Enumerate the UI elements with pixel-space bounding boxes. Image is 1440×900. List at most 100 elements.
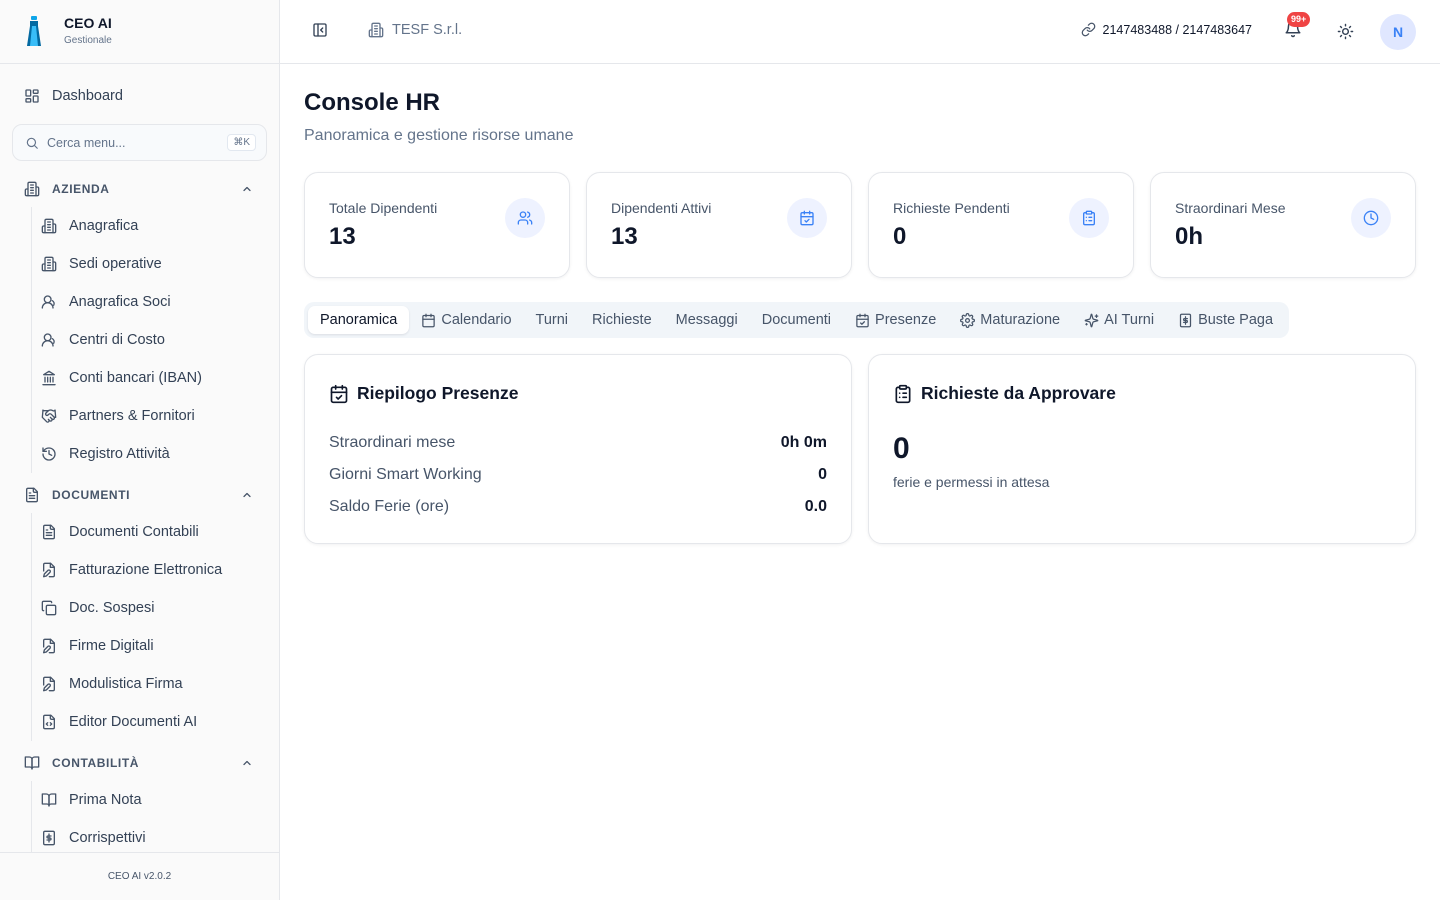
page-title: Console HR (304, 89, 441, 116)
tab-presenze[interactable]: Presenze (843, 306, 948, 334)
building-icon (41, 256, 57, 272)
dashboard-grid-icon (25, 89, 39, 103)
sidebar-item-label: Doc. Sospesi (69, 600, 155, 616)
company-name: TESF S.r.l. (392, 22, 463, 38)
section-azienda[interactable]: AZIENDA (12, 175, 267, 203)
summary-row: Giorni Smart Working 0 (329, 466, 827, 484)
hr-tabs: Panoramica Calendario Turni Richieste Me… (304, 302, 1290, 338)
search-shortcut: ⌘K (227, 134, 256, 151)
stat-label: Dipendenti Attivi (611, 200, 712, 216)
search-input[interactable]: Cerca menu... (47, 136, 227, 150)
sidebar-item-dashboard[interactable]: Dashboard (12, 80, 267, 112)
calendar-icon (422, 313, 436, 327)
sun-icon (1337, 23, 1354, 40)
sidebar-item-anagrafica[interactable]: Anagrafica (32, 207, 268, 245)
sidebar-item-corrispettivi[interactable]: Corrispettivi (32, 819, 268, 852)
menu-search[interactable]: Cerca menu... ⌘K (12, 124, 267, 161)
file-signature-icon (43, 676, 55, 692)
tab-buste-paga[interactable]: Buste Paga (1166, 306, 1285, 334)
sidebar-nav[interactable]: Dashboard Cerca menu... ⌘K AZIENDA Anagr… (0, 64, 279, 852)
top-bar: TESF S.r.l. 2147483488 / 2147483647 99+ … (280, 0, 1440, 64)
sidebar-item-prima-nota[interactable]: Prima Nota (32, 781, 268, 819)
stat-value: 13 (611, 223, 638, 250)
sidebar-item-label: Dashboard (52, 88, 123, 104)
stat-card-dipendenti-attivi: Dipendenti Attivi 13 (586, 172, 852, 278)
sidebar-item-doc-sospesi[interactable]: Doc. Sospesi (32, 589, 268, 627)
card-header: Riepilogo Presenze (329, 383, 518, 404)
chevron-up-icon[interactable] (241, 183, 253, 195)
copy-icon (41, 600, 57, 616)
calendar-check-icon (800, 210, 814, 226)
id-counter-text: 2147483488 / 2147483647 (1102, 22, 1252, 37)
sidebar-item-partners-fornitori[interactable]: Partners & Fornitori (32, 397, 268, 435)
panel-left-close-icon (313, 23, 327, 37)
sidebar-item-editor-documenti-ai[interactable]: Editor Documenti AI (32, 703, 268, 741)
sidebar-item-label: Partners & Fornitori (69, 408, 195, 424)
row-value: 0 (818, 466, 827, 483)
tab-documenti[interactable]: Documenti (750, 306, 843, 334)
sidebar-item-label: Anagrafica (69, 218, 139, 234)
tab-messaggi[interactable]: Messaggi (664, 306, 750, 334)
section-contabilita[interactable]: CONTABILITÀ (12, 749, 267, 777)
receipt-icon (1179, 313, 1192, 327)
calendar-check-icon (330, 384, 348, 403)
tab-label: Turni (535, 312, 569, 328)
file-signature-icon (43, 638, 55, 654)
tab-richieste[interactable]: Richieste (580, 306, 664, 334)
book-icon (24, 756, 40, 770)
stat-value: 0 (893, 223, 907, 250)
brand[interactable]: CEO AI Gestionale (0, 0, 279, 64)
section-documenti[interactable]: DOCUMENTI (12, 481, 267, 509)
tab-maturazione[interactable]: Maturazione (948, 306, 1072, 334)
sidebar-item-sedi-operative[interactable]: Sedi operative (32, 245, 268, 283)
section-documenti-items: Documenti Contabili Fatturazione Elettro… (31, 513, 268, 741)
user-avatar[interactable]: N (1380, 14, 1416, 50)
sidebar-item-registro-attivita[interactable]: Registro Attività (32, 435, 268, 473)
pending-count: 0 (893, 432, 910, 465)
chevron-up-icon[interactable] (241, 489, 253, 501)
tab-ai-turni[interactable]: AI Turni (1072, 306, 1166, 334)
section-azienda-items: Anagrafica Sedi operative Anagrafica Soc… (31, 207, 268, 473)
tab-label: Documenti (761, 312, 832, 328)
sidebar-item-documenti-contabili[interactable]: Documenti Contabili (32, 513, 268, 551)
id-counter[interactable]: 2147483488 / 2147483647 (1081, 22, 1252, 37)
sidebar-item-fatturazione-elettronica[interactable]: Fatturazione Elettronica (32, 551, 268, 589)
sidebar-toggle-button[interactable] (312, 22, 328, 38)
stat-icon-wrap (1351, 198, 1391, 238)
user-icon (41, 333, 55, 347)
clipboard-icon (1083, 210, 1095, 226)
theme-toggle-button[interactable] (1337, 23, 1354, 40)
sidebar-item-firme-digitali[interactable]: Firme Digitali (32, 627, 268, 665)
section-label: DOCUMENTI (52, 488, 131, 502)
sidebar-item-label: Centri di Costo (69, 332, 165, 348)
riepilogo-presenze-card: Riepilogo Presenze Straordinari mese 0h … (304, 354, 852, 544)
sidebar-item-centri-di-costo[interactable]: Centri di Costo (32, 321, 268, 359)
sidebar-item-conti-bancari[interactable]: Conti bancari (IBAN) (32, 359, 268, 397)
sidebar: CEO AI Gestionale Dashboard Cerca menu..… (0, 0, 280, 900)
receipt-icon (43, 830, 55, 846)
sidebar-item-modulistica-firma[interactable]: Modulistica Firma (32, 665, 268, 703)
sidebar-item-anagrafica-soci[interactable]: Anagrafica Soci (32, 283, 268, 321)
summary-row: Straordinari mese 0h 0m (329, 434, 827, 452)
tab-panoramica[interactable]: Panoramica (308, 306, 410, 334)
section-contabilita-items: Prima Nota Corrispettivi (31, 781, 268, 852)
stat-value: 0h (1175, 223, 1204, 250)
tab-calendario[interactable]: Calendario (409, 306, 523, 334)
gear-icon (960, 312, 976, 328)
link-icon (1081, 22, 1095, 37)
stat-label: Richieste Pendenti (893, 200, 1010, 216)
sidebar-item-label: Modulistica Firma (69, 676, 183, 692)
stat-card-straordinari-mese: Straordinari Mese 0h (1150, 172, 1416, 278)
users-icon (517, 211, 533, 225)
tab-turni[interactable]: Turni (524, 306, 581, 334)
tab-label: Presenze (875, 312, 937, 328)
company-selector[interactable]: TESF S.r.l. (368, 22, 462, 38)
book-icon (41, 793, 57, 807)
page-subtitle: Panoramica e gestione risorse umane (304, 127, 574, 144)
calendar-check-icon (856, 313, 869, 327)
history-icon (42, 447, 56, 461)
search-icon (26, 137, 38, 149)
chevron-up-icon[interactable] (241, 757, 253, 769)
summary-row: Saldo Ferie (ore) 0.0 (329, 498, 827, 516)
row-value: 0.0 (804, 498, 827, 515)
